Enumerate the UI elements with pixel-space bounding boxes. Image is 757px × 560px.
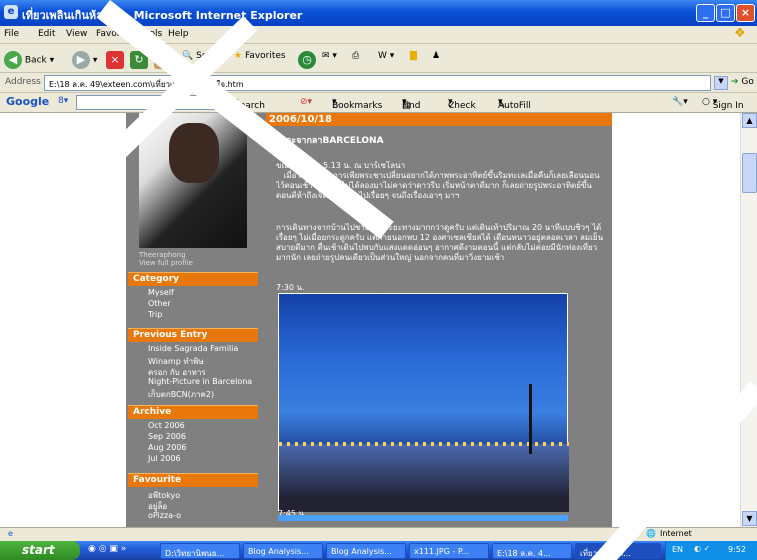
category-item[interactable]: Myself bbox=[148, 288, 174, 297]
address-dropdown-button[interactable]: ▼ bbox=[714, 76, 728, 90]
print-button[interactable]: ⎙ bbox=[352, 51, 359, 61]
forward-button[interactable]: ▶ ▾ bbox=[72, 51, 97, 69]
check-button[interactable]: ✓ Check ▾ bbox=[448, 97, 476, 111]
folder-icon: ▇ bbox=[410, 51, 417, 61]
google-toolbar: Google 8▾ Search ▾ ⊘▾ ☆ Bookmarks▾ ▤ Fin… bbox=[0, 93, 757, 113]
window-title: เที่ยวเพลินเกินห้ามใจ - Microsoft Intern… bbox=[22, 9, 303, 22]
post-date: 2006/10/18 bbox=[266, 113, 612, 126]
previous-entry-item[interactable]: Night-Picture in Barcelona bbox=[148, 377, 252, 386]
page-content: Theeraphong View full profile Category M… bbox=[0, 113, 740, 527]
mail-icon: ✉ bbox=[322, 51, 330, 61]
beach-photo bbox=[278, 293, 569, 512]
messenger-icon: ♟ bbox=[432, 51, 441, 61]
archive-heading: Archive bbox=[128, 405, 258, 419]
back-button[interactable]: ◀ Back ▾ bbox=[4, 51, 54, 69]
profile-photo bbox=[139, 113, 247, 248]
language-indicator[interactable]: EN bbox=[672, 545, 683, 554]
address-bar: Address E:\18 ล.ค. 49\exteen.com\เที่ยวเ… bbox=[0, 73, 757, 93]
stop-icon: × bbox=[106, 51, 124, 69]
archive-item[interactable]: Oct 2006 bbox=[148, 421, 185, 430]
history-button[interactable]: ◷ bbox=[298, 51, 316, 69]
google-settings-icon[interactable]: 🔧▾ bbox=[672, 97, 688, 107]
taskbar-item[interactable]: Blog Analysis... bbox=[243, 543, 323, 559]
start-button[interactable]: start bbox=[0, 541, 80, 560]
favourite-heading: Favourite bbox=[128, 473, 258, 487]
word-icon: W bbox=[378, 51, 387, 61]
google-g-icon[interactable]: 8▾ bbox=[58, 96, 68, 106]
scroll-thumb[interactable] bbox=[742, 153, 757, 193]
archive-item[interactable]: Jul 2006 bbox=[148, 454, 181, 463]
category-item[interactable]: Trip bbox=[148, 310, 162, 319]
previous-entry-heading: Previous Entry bbox=[128, 328, 258, 342]
taskbar: start ◉ ◎ ▣ » D:\วิทยานิพนธ... Blog Anal… bbox=[0, 541, 757, 560]
taskbar-item[interactable]: D:\วิทยานิพนธ... bbox=[160, 543, 240, 559]
favorites-button[interactable]: ★ Favorites bbox=[234, 51, 286, 61]
taskbar-item[interactable]: E:\18 ล.ค. 4... bbox=[492, 543, 572, 559]
scroll-down-button[interactable]: ▼ bbox=[742, 511, 757, 526]
menu-file[interactable]: File bbox=[4, 29, 19, 39]
next-photo-edge bbox=[278, 515, 568, 521]
edit-button[interactable]: W ▾ bbox=[378, 51, 394, 61]
system-tray: EN ◐ ✓ 9:52 bbox=[665, 541, 757, 560]
mail-button[interactable]: ✉ ▾ bbox=[322, 51, 337, 61]
taskbar-item[interactable]: Blog Analysis... bbox=[326, 543, 406, 559]
blog-sidebar: Theeraphong View full profile Category M… bbox=[126, 113, 261, 527]
menu-edit[interactable]: Edit bbox=[38, 29, 55, 39]
ie-logo-icon: e bbox=[4, 5, 18, 19]
star-icon: ★ bbox=[234, 51, 243, 61]
archive-item[interactable]: Sep 2006 bbox=[148, 432, 186, 441]
google-brand: Google bbox=[6, 95, 50, 108]
previous-entry-item[interactable]: Inside Sagrada Familia bbox=[148, 344, 238, 353]
view-profile-link[interactable]: View full profile bbox=[139, 259, 193, 267]
favourite-item[interactable]: oPizza-o bbox=[148, 511, 181, 520]
category-heading: Category bbox=[128, 272, 258, 286]
maximize-button[interactable]: □ bbox=[716, 4, 735, 22]
previous-entry-item[interactable]: เก็บตกBCN(ภาค2) bbox=[148, 388, 214, 401]
photo-caption: 7:30 น. bbox=[276, 283, 305, 292]
history-icon: ◷ bbox=[298, 51, 316, 69]
minimize-button[interactable]: _ bbox=[696, 4, 715, 22]
address-input[interactable]: E:\18 ล.ค. 49\exteen.com\เที่ยวเพลินเกิน… bbox=[44, 75, 711, 91]
print-icon: ⎙ bbox=[352, 51, 360, 61]
taskbar-item[interactable]: x111.JPG - P... bbox=[409, 543, 489, 559]
page-icon: e bbox=[8, 529, 13, 538]
menu-help[interactable]: Help bbox=[168, 29, 189, 39]
windows-flag-icon: ❖ bbox=[734, 26, 746, 41]
go-button[interactable]: ➔ Go bbox=[731, 77, 754, 87]
find-button[interactable]: ▤ Find ▾ bbox=[402, 97, 420, 111]
vertical-scrollbar[interactable]: ▲ ▼ bbox=[740, 113, 757, 527]
scroll-up-button[interactable]: ▲ bbox=[742, 113, 757, 128]
folder-button[interactable]: ▇ bbox=[410, 51, 417, 61]
category-item[interactable]: Other bbox=[148, 299, 171, 308]
toolbar: ◀ Back ▾ ▶ ▾ × ↻ ⌂ 🔍 Search ★ Favorites … bbox=[0, 45, 757, 73]
messenger-button[interactable]: ♟ bbox=[432, 51, 440, 61]
signin-button[interactable]: ○ Sign In ▾ bbox=[702, 97, 744, 111]
address-label: Address bbox=[5, 77, 41, 87]
autofill-button[interactable]: ✎ AutoFill ▾ bbox=[498, 97, 531, 111]
close-button[interactable]: × bbox=[736, 4, 755, 22]
post-paragraph: การเดินทางจากบ้านไปชายหาดระยะทางมากกว่าด… bbox=[276, 223, 604, 262]
internet-zone-icon: 🌐 bbox=[646, 529, 656, 538]
back-arrow-icon: ◀ bbox=[4, 51, 22, 69]
quick-launch-icons[interactable]: ◉ ◎ ▣ » bbox=[88, 544, 126, 554]
blog-page: Theeraphong View full profile Category M… bbox=[126, 113, 612, 527]
archive-item[interactable]: Aug 2006 bbox=[148, 443, 187, 452]
bookmarks-button[interactable]: ☆ Bookmarks ▾ bbox=[332, 97, 382, 111]
menu-view[interactable]: View bbox=[66, 29, 87, 39]
clock: 9:52 bbox=[728, 545, 746, 554]
forward-arrow-icon: ▶ bbox=[72, 51, 90, 69]
profile-name: Theeraphong bbox=[139, 251, 186, 259]
pagerank-icon[interactable]: ⊘▾ bbox=[300, 97, 312, 107]
tray-icons[interactable]: ◐ ✓ bbox=[694, 544, 710, 553]
status-zone: Internet bbox=[660, 529, 692, 538]
stop-button[interactable]: × bbox=[106, 51, 124, 69]
